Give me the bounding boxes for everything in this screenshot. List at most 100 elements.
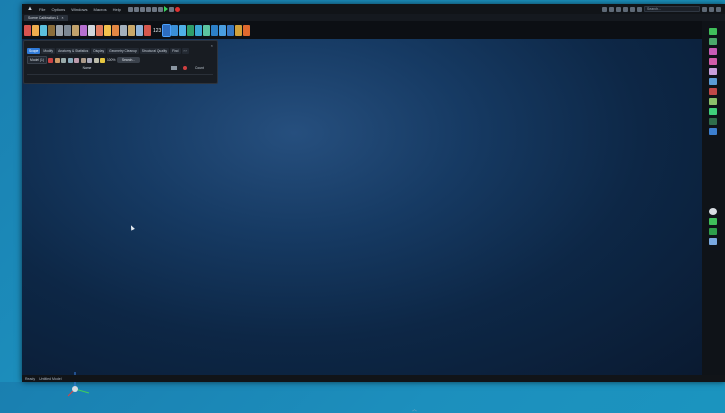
panel-tool-icon[interactable]	[80, 57, 86, 63]
panel-tool-icon[interactable]	[93, 57, 99, 63]
toolbar-tool-icon[interactable]	[72, 25, 79, 36]
side-tool-icon[interactable]	[709, 218, 717, 225]
panel-tool-icon[interactable]	[100, 57, 106, 63]
menu-windows[interactable]: Windows	[71, 7, 87, 12]
toolbar-tool-icon[interactable]	[96, 25, 103, 36]
toolbar-tool-icon[interactable]	[136, 25, 143, 36]
zoom-value[interactable]: 100%	[107, 58, 115, 62]
menu-help[interactable]: Help	[113, 7, 121, 12]
toolbar-tool-icon[interactable]	[187, 25, 195, 36]
toolbar-tool-icon[interactable]	[211, 25, 219, 36]
app-logo-icon[interactable]: ▲	[24, 4, 36, 14]
menu-file[interactable]: File	[39, 7, 45, 12]
side-tool-icon[interactable]	[709, 38, 717, 45]
column-count-header[interactable]: Count	[195, 66, 204, 70]
toolbar-tool-icon[interactable]	[88, 25, 95, 36]
side-tool-icon[interactable]	[709, 238, 717, 245]
toolbar-tool-icon[interactable]	[112, 25, 119, 36]
side-tool-icon[interactable]	[709, 78, 717, 85]
model-selector[interactable]: Model (1)	[27, 56, 47, 64]
side-tool-icon[interactable]	[709, 88, 717, 95]
toolbar-tool-icon[interactable]	[144, 25, 151, 36]
undo-icon[interactable]	[145, 6, 151, 12]
toolbar-tool-icon[interactable]	[24, 25, 31, 36]
toolbar-tool-icon[interactable]	[235, 25, 243, 36]
play-icon[interactable]	[163, 6, 168, 12]
toolbar-tool-icon[interactable]	[219, 25, 227, 36]
toolbar-tool-icon[interactable]	[104, 25, 111, 36]
toolbar-tool-icon[interactable]	[203, 25, 211, 36]
record-icon[interactable]	[174, 6, 180, 12]
step-icon[interactable]	[168, 6, 174, 12]
toolbar-tool-icon[interactable]	[64, 25, 71, 36]
menu-options[interactable]: Options	[51, 7, 65, 12]
monitor-icon[interactable]	[616, 6, 621, 12]
save-icon[interactable]	[139, 6, 145, 12]
toolbar-tool-icon[interactable]	[48, 25, 55, 36]
help-icon[interactable]	[630, 6, 635, 12]
toolbar-tool-icon[interactable]	[179, 25, 187, 36]
panel-search-button[interactable]: Search...	[116, 57, 141, 63]
side-tool-icon[interactable]	[709, 58, 717, 65]
side-tool-icon[interactable]	[709, 28, 717, 35]
side-tool-icon[interactable]	[709, 98, 717, 105]
panel-tab[interactable]: Modify	[41, 48, 56, 54]
column-name-header[interactable]: Name	[27, 66, 147, 70]
maximize-icon[interactable]	[709, 6, 714, 12]
toolbar-tool-icon[interactable]	[120, 25, 127, 36]
document-tab-bar: Scene Calibration 1 ×	[22, 14, 725, 21]
document-tab[interactable]: Scene Calibration 1 ×	[24, 15, 68, 21]
3d-viewport[interactable]: ︿	[22, 39, 702, 413]
panel-tool-icon[interactable]	[87, 57, 93, 63]
toolbar-tool-icon[interactable]	[171, 25, 179, 36]
search-input[interactable]: Search...	[644, 6, 700, 12]
toolbar-tool-icon[interactable]	[32, 25, 39, 36]
panel-tab[interactable]: Scope	[27, 48, 41, 54]
panel-icon[interactable]	[623, 6, 628, 12]
toolbar-counter-label[interactable]: 123	[152, 28, 162, 34]
panel-tool-icon[interactable]	[61, 57, 67, 63]
collapse-arrow-icon[interactable]: ︿	[412, 406, 417, 413]
print-icon[interactable]	[157, 6, 163, 12]
document-tab-close-icon[interactable]: ×	[62, 16, 64, 20]
panel-tab[interactable]: Anatomy & Statistics	[56, 48, 91, 54]
panel-tab[interactable]: Display	[91, 48, 107, 54]
redo-icon[interactable]	[151, 6, 157, 12]
new-file-icon[interactable]	[127, 6, 133, 12]
panel-tab-overflow[interactable]: › ›	[181, 48, 189, 54]
application-window: ▲ File Options Windows Macros Help Searc…	[22, 4, 725, 413]
panel-tab[interactable]: Structural Quality	[139, 48, 170, 54]
close-icon[interactable]	[716, 6, 721, 12]
quick-access-toolbar	[127, 6, 180, 12]
menu-macros[interactable]: Macros	[93, 7, 106, 12]
panel-tool-icon[interactable]	[48, 57, 54, 63]
side-tool-icon[interactable]	[709, 108, 717, 115]
side-tool-icon[interactable]	[709, 48, 717, 55]
side-tool-icon[interactable]	[709, 128, 717, 135]
filter-icon[interactable]	[171, 66, 177, 70]
toolbar-tool-icon[interactable]	[40, 25, 47, 36]
toolbar-tool-icon[interactable]	[243, 25, 251, 36]
toolbar-selected-tool-icon[interactable]	[162, 24, 172, 37]
panel-tool-icon[interactable]	[54, 57, 60, 63]
panel-resize-handle[interactable]	[27, 74, 213, 79]
side-tool-icon[interactable]	[709, 118, 717, 125]
toolbar-tool-icon[interactable]	[128, 25, 135, 36]
side-tool-icon[interactable]	[709, 68, 717, 75]
toolbar-tool-icon[interactable]	[227, 25, 235, 36]
panel-tab[interactable]: Find	[170, 48, 181, 54]
minimize-icon[interactable]	[702, 6, 707, 12]
toolbar-tool-icon[interactable]	[80, 25, 87, 36]
user-icon[interactable]	[637, 6, 642, 12]
sphere-icon[interactable]	[709, 208, 717, 215]
panel-tool-icon[interactable]	[74, 57, 80, 63]
open-file-icon[interactable]	[133, 6, 139, 12]
panel-close-icon[interactable]: ×	[211, 43, 213, 48]
panel-tool-icon[interactable]	[67, 57, 73, 63]
panel-tab[interactable]: Geometry Cleanup	[107, 48, 139, 54]
toolbar-tool-icon[interactable]	[195, 25, 203, 36]
side-tool-icon[interactable]	[709, 228, 717, 235]
toolbar-tool-icon[interactable]	[56, 25, 63, 36]
settings-icon[interactable]	[609, 6, 614, 12]
layout-icon[interactable]	[602, 6, 607, 12]
